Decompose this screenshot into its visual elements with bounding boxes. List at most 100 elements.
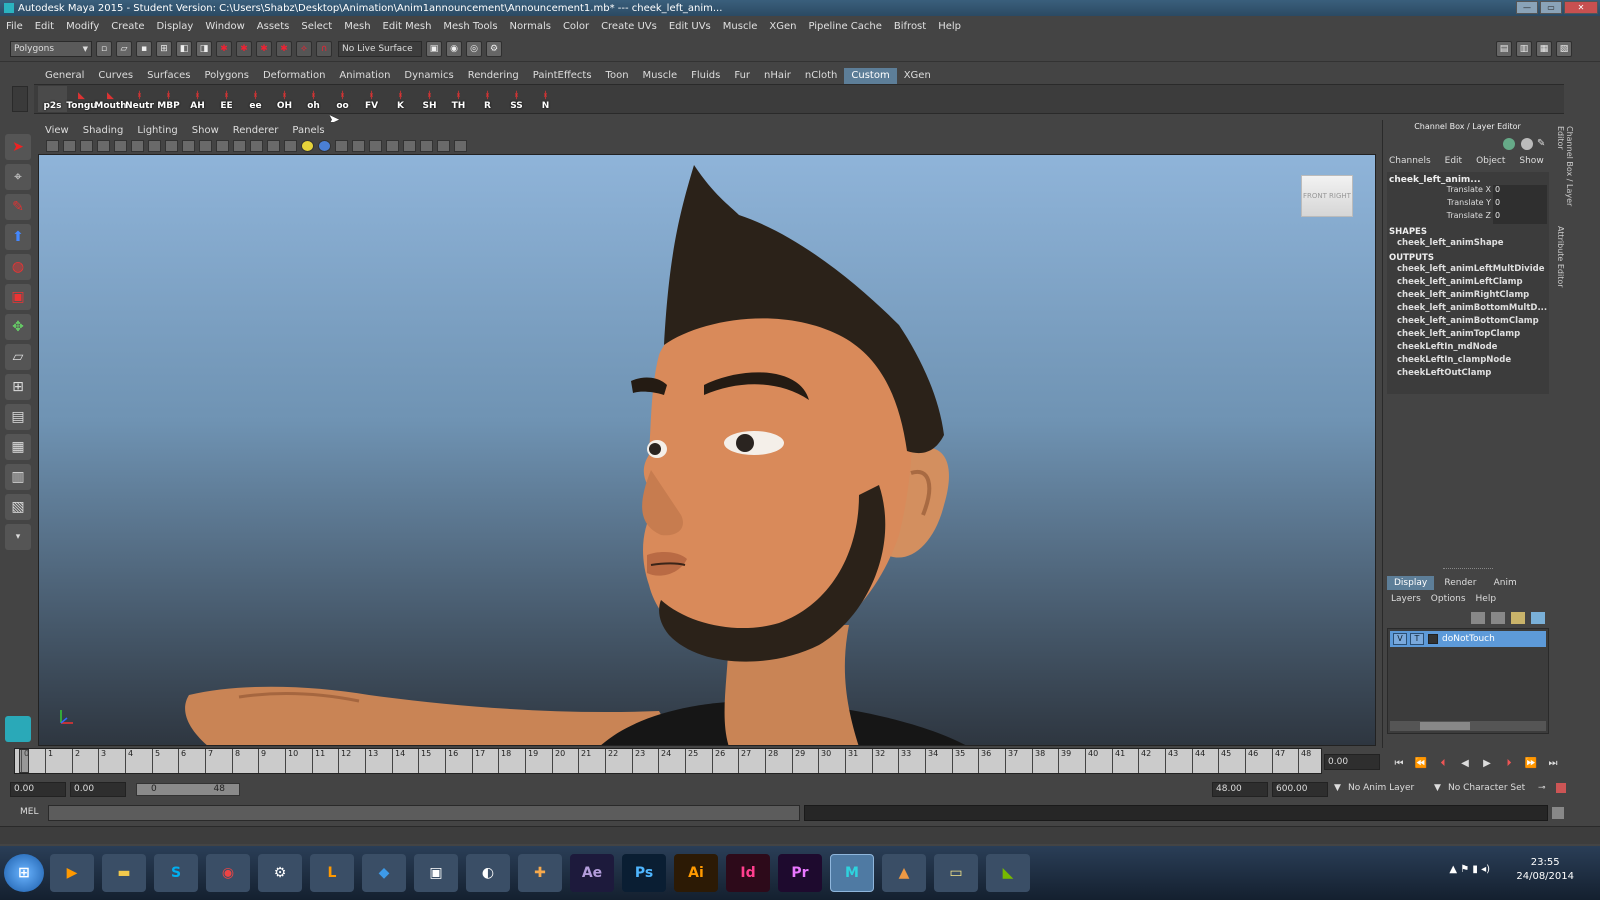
steam-icon[interactable]: ⚙: [258, 854, 302, 892]
close-button[interactable]: ✕: [1564, 1, 1598, 14]
camera-attributes-icon[interactable]: [63, 140, 76, 152]
menu-create-uvs[interactable]: Create UVs: [595, 21, 663, 32]
maya-taskbar-icon[interactable]: M: [830, 854, 874, 892]
animation-preferences-icon[interactable]: [1556, 783, 1566, 793]
shelf-menu-handle[interactable]: [12, 86, 28, 112]
step-forward-frame-icon[interactable]: ⏩: [1520, 758, 1542, 769]
open-scene-icon[interactable]: ▱: [116, 40, 132, 57]
menu-bifrost[interactable]: Bifrost: [888, 21, 932, 32]
menu-edit-mesh[interactable]: Edit Mesh: [377, 21, 438, 32]
animation-end-field[interactable]: 600.00: [1272, 782, 1328, 797]
after-effects-icon[interactable]: Ae: [570, 854, 614, 892]
use-all-lights-icon[interactable]: [301, 140, 314, 152]
select-tool-icon[interactable]: ➤: [5, 134, 31, 160]
menu-pipeline-cache[interactable]: Pipeline Cache: [802, 21, 887, 32]
tool-settings-toggle-icon[interactable]: ▦: [1536, 40, 1552, 57]
viewport-menu-panels[interactable]: Panels: [285, 125, 331, 136]
menu-mesh-tools[interactable]: Mesh Tools: [437, 21, 503, 32]
shelf-button-fv[interactable]: ᚼ FV: [357, 86, 386, 112]
dope-sheet-layout-icon[interactable]: ▥: [5, 464, 31, 490]
layer-tab-render[interactable]: Render: [1437, 576, 1483, 590]
smooth-shade-icon[interactable]: [250, 140, 263, 152]
channel-box-key-icon[interactable]: [1503, 138, 1515, 150]
step-forward-key-icon[interactable]: ⏵: [1498, 758, 1520, 769]
menu-edit-uvs[interactable]: Edit UVs: [663, 21, 717, 32]
shelf-button-oh-lower[interactable]: ᚼ oh: [299, 86, 328, 112]
playback-start-field[interactable]: 0.00: [70, 782, 126, 797]
shelf-tab-rendering[interactable]: Rendering: [461, 68, 526, 84]
viewport-menu-view[interactable]: View: [38, 125, 76, 136]
shelf-button-k[interactable]: ᚼK: [386, 86, 415, 112]
shelf-button-oh-upper[interactable]: ᚼ OH: [270, 86, 299, 112]
output-node-item[interactable]: cheekLeftIn_mdNode: [1387, 341, 1549, 354]
channel-box-menu-object[interactable]: Object: [1476, 156, 1505, 166]
move-layer-down-icon[interactable]: [1491, 612, 1505, 624]
menu-help[interactable]: Help: [932, 21, 967, 32]
time-slider[interactable]: 0 1 2 3 4 5 6 7 8 9 10 11 12 13 14 15 16 17 18 19 20 21 22 23 24…: [14, 748, 1322, 774]
shelf-tab-general[interactable]: General: [38, 68, 91, 84]
media-player-icon[interactable]: ▶: [50, 854, 94, 892]
indesign-icon[interactable]: Id: [726, 854, 770, 892]
menu-set-select[interactable]: Polygons: [10, 40, 92, 57]
menu-create[interactable]: Create: [105, 21, 150, 32]
shelf-tab-deformation[interactable]: Deformation: [256, 68, 332, 84]
shelf-tab-dynamics[interactable]: Dynamics: [397, 68, 460, 84]
shelf-button-r[interactable]: ᚼR: [473, 86, 502, 112]
range-slider[interactable]: 0 48: [136, 783, 240, 796]
snap-point-icon[interactable]: ✱: [256, 40, 272, 57]
shelf-tab-custom[interactable]: Custom: [844, 68, 897, 84]
new-empty-layer-icon[interactable]: [1511, 612, 1525, 624]
go-to-end-icon[interactable]: ⏭: [1542, 758, 1564, 769]
photoshop-icon[interactable]: Ps: [622, 854, 666, 892]
shelf-button-oo[interactable]: ᚼ oo: [328, 86, 357, 112]
layer-row[interactable]: V T doNotTouch: [1390, 631, 1546, 647]
shelf-button-sh[interactable]: ᚼ SH: [415, 86, 444, 112]
shelf-tab-ncloth[interactable]: nCloth: [798, 68, 844, 84]
script-editor-icon[interactable]: [1552, 807, 1564, 819]
new-layer-from-selected-icon[interactable]: [1531, 612, 1545, 624]
shelf-button-n[interactable]: ᚼN: [531, 86, 560, 112]
shelf-button-neutral[interactable]: ᚼ Neutr: [125, 86, 154, 112]
viewport-menu-renderer[interactable]: Renderer: [226, 125, 286, 136]
shelf-button-ss[interactable]: ᚼ SS: [502, 86, 531, 112]
anim-layer-dropdown-icon[interactable]: ▼: [1334, 783, 1341, 793]
shelf-tab-animation[interactable]: Animation: [332, 68, 397, 84]
magnet-icon[interactable]: ∩: [316, 40, 332, 57]
shelf-button-mouth[interactable]: ◣ Mouth: [94, 86, 126, 112]
shape-node-item[interactable]: cheek_left_animShape: [1387, 237, 1549, 250]
snap-curve-icon[interactable]: ✱: [236, 40, 252, 57]
move-layer-up-icon[interactable]: [1471, 612, 1485, 624]
xray-joints-icon[interactable]: [454, 140, 467, 152]
viewport-menu-lighting[interactable]: Lighting: [130, 125, 184, 136]
safe-title-icon[interactable]: [216, 140, 229, 152]
system-clock[interactable]: 23:55 24/08/2014: [1516, 856, 1574, 884]
snap-view-plane-icon[interactable]: ✱: [276, 40, 292, 57]
motion-blur-icon[interactable]: [352, 140, 365, 152]
view-cube-right-face[interactable]: RIGHT: [1329, 192, 1351, 200]
shelf-button-p2s[interactable]: p2s: [38, 86, 67, 112]
ipr-render-icon[interactable]: ◎: [466, 40, 482, 57]
shelf-tab-xgen[interactable]: XGen: [897, 68, 938, 84]
shelf-tab-toon[interactable]: Toon: [599, 68, 636, 84]
layer-menu-options[interactable]: Options: [1431, 594, 1466, 604]
make-live-icon[interactable]: ⟡: [296, 40, 312, 57]
menu-display[interactable]: Display: [150, 21, 199, 32]
select-hierarchy-icon[interactable]: ⊞: [156, 40, 172, 57]
auto-key-icon[interactable]: ⊸: [1538, 783, 1546, 793]
wireframe-icon[interactable]: [233, 140, 246, 152]
selected-node-name[interactable]: cheek_left_anim...: [1387, 172, 1549, 185]
channel-box-pin-icon[interactable]: ✎: [1537, 138, 1547, 150]
layer-visibility-toggle[interactable]: V: [1393, 633, 1407, 645]
tray-flag-icon[interactable]: ⚑: [1460, 864, 1469, 875]
single-perspective-layout-icon[interactable]: ▱: [5, 344, 31, 370]
menu-edit[interactable]: Edit: [29, 21, 60, 32]
menu-muscle[interactable]: Muscle: [717, 21, 764, 32]
view-cube[interactable]: FRONT RIGHT: [1301, 175, 1353, 217]
grid-toggle-icon[interactable]: [114, 140, 127, 152]
rotate-tool-icon[interactable]: ◍: [5, 254, 31, 280]
premiere-icon[interactable]: Pr: [778, 854, 822, 892]
lasso-tool-icon[interactable]: ⌖: [5, 164, 31, 190]
command-language-label[interactable]: MEL: [20, 807, 38, 817]
network-icon[interactable]: ▮: [1472, 864, 1478, 875]
menu-assets[interactable]: Assets: [251, 21, 296, 32]
